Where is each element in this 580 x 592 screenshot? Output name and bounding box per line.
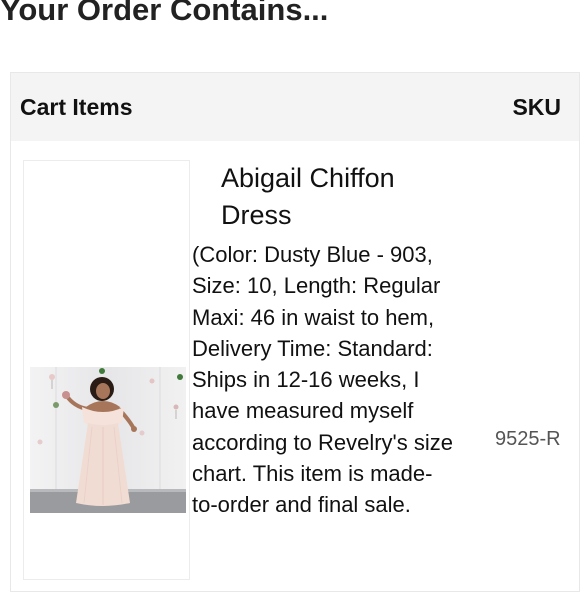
cart-table: Cart Items SKU Abigail Chiffon Dress (Co… bbox=[10, 72, 580, 592]
column-header-cart-items: Cart Items bbox=[20, 94, 133, 120]
table-header: Cart Items SKU bbox=[11, 73, 579, 141]
page-title: Your Order Contains... bbox=[0, 0, 329, 27]
sku-value: 9525-R bbox=[495, 428, 561, 450]
column-header-sku: SKU bbox=[512, 94, 561, 120]
product-options: (Color: Dusty Blue - 903, Size: 10, Leng… bbox=[192, 242, 453, 518]
product-image[interactable] bbox=[30, 367, 186, 513]
product-name[interactable]: Abigail Chiffon Dress bbox=[221, 160, 451, 234]
